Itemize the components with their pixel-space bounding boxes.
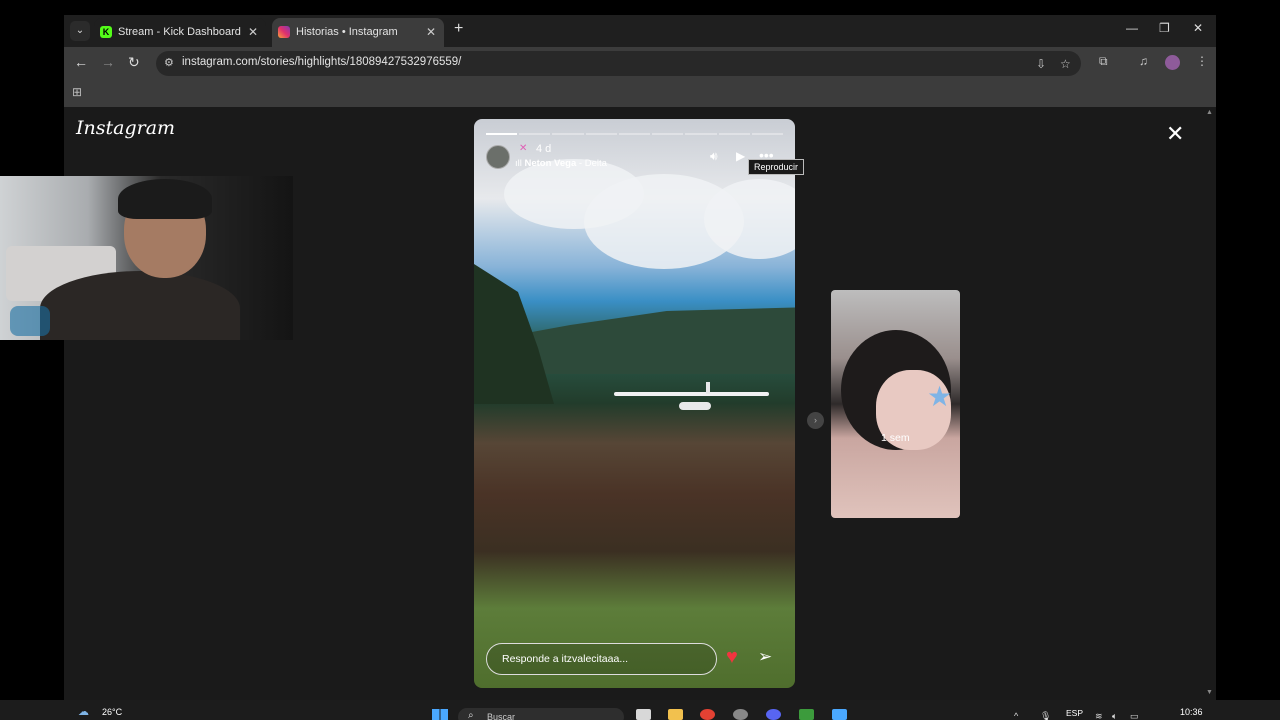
install-app-icon[interactable]: ⇩: [1036, 57, 1046, 71]
weather-icon[interactable]: ☁: [78, 705, 89, 718]
airplane-body: [679, 402, 711, 410]
music-artist: Neton Vega: [524, 158, 577, 169]
tab-instagram-stories[interactable]: Historias • Instagram ✕: [272, 18, 444, 47]
scroll-up-arrow[interactable]: ▲: [1206, 109, 1213, 116]
progress-segment: [618, 133, 651, 135]
new-tab-button[interactable]: +: [454, 20, 463, 38]
webcam-headphones: [118, 179, 212, 219]
browser-window: ⌄ K Stream - Kick Dashboard ✕ Historias …: [64, 15, 1216, 700]
address-url[interactable]: instagram.com/stories/highlights/1808942…: [182, 56, 461, 68]
minecraft-icon[interactable]: [799, 709, 814, 720]
progress-segment: [751, 133, 783, 135]
bookmarks-bar: ⊞: [64, 79, 1216, 107]
desktop-screen: ⌄ K Stream - Kick Dashboard ✕ Historias …: [0, 0, 1280, 720]
music-separator: -: [576, 158, 585, 169]
start-button[interactable]: [432, 709, 448, 720]
webcam-overlay: [0, 176, 293, 340]
microphone-icon[interactable]: 🎙︎: [1040, 711, 1051, 720]
speaker-icon[interactable]: 🔈︎: [1112, 711, 1117, 720]
wifi-icon[interactable]: ≋: [1095, 711, 1103, 720]
story-time: 4 d: [536, 143, 552, 155]
task-view-icon[interactable]: [636, 709, 651, 720]
play-tooltip: Reproducir: [748, 159, 805, 175]
bookmark-star-icon[interactable]: ☆: [1060, 57, 1071, 71]
send-icon[interactable]: ➢: [758, 647, 772, 667]
instagram-logo[interactable]: Instagram: [76, 117, 175, 139]
progress-segment: [519, 133, 551, 135]
next-story-arrow[interactable]: ›: [807, 412, 824, 429]
close-stories-icon[interactable]: ✕: [1166, 121, 1184, 147]
close-friends-icon: ✕: [519, 143, 528, 154]
browser-toolbar: ← → ↻ ⚙ instagram.com/stories/highlights…: [64, 47, 1216, 79]
music-track: Delta: [584, 158, 607, 169]
music-bars-icon: ıll: [515, 158, 525, 169]
site-settings-icon[interactable]: ⚙: [164, 56, 174, 69]
windows-taskbar: ☁ 26°C ⌕ Buscar ^ 🎙︎ ESP ≋ 🔈︎ ▭ 10:36: [0, 700, 1280, 720]
address-bar[interactable]: ⚙ instagram.com/stories/highlights/18089…: [156, 51, 1081, 76]
next-story-preview[interactable]: ★ 1 sem: [831, 290, 960, 518]
progress-segment: [585, 133, 617, 135]
play-icon[interactable]: ▶: [736, 149, 745, 163]
progress-segment: [552, 133, 584, 135]
star-sticker: ★: [927, 381, 953, 412]
scroll-down-arrow[interactable]: ▼: [1206, 689, 1213, 696]
story-author-avatar[interactable]: [486, 145, 510, 169]
file-explorer-icon[interactable]: [668, 709, 683, 720]
next-story-time: 1 sem: [881, 432, 910, 444]
tab-kick-dashboard[interactable]: K Stream - Kick Dashboard ✕: [94, 18, 266, 47]
chrome-icon[interactable]: [700, 709, 715, 720]
tab-close-icon[interactable]: ✕: [426, 18, 436, 47]
progress-segment: [718, 133, 750, 135]
progress-segment: [685, 133, 717, 135]
forward-button[interactable]: →: [101, 54, 115, 70]
menu-icon[interactable]: ⋮: [1196, 54, 1208, 68]
media-controls-icon[interactable]: ♫: [1139, 54, 1148, 68]
reply-placeholder: Responde a itzvalecitaaa...: [502, 653, 629, 665]
extensions-icon[interactable]: ⧉: [1099, 54, 1108, 69]
kick-icon: K: [100, 26, 112, 38]
instagram-icon: [278, 26, 290, 38]
weather-temperature[interactable]: 26°C: [102, 707, 122, 717]
close-window-button[interactable]: ✕: [1193, 21, 1203, 35]
webcam-person-body: [40, 271, 240, 340]
back-button[interactable]: ←: [74, 54, 88, 70]
profile-avatar[interactable]: [1165, 55, 1180, 70]
restore-button[interactable]: ❐: [1159, 21, 1170, 35]
app-icon[interactable]: [832, 709, 847, 720]
progress-segment: [486, 133, 518, 135]
story-progress-bar: [486, 133, 783, 135]
obs-icon[interactable]: [733, 709, 748, 720]
webcam-light: [10, 306, 50, 336]
taskbar-search-label: Buscar: [487, 712, 516, 720]
progress-segment: [652, 133, 684, 135]
battery-icon[interactable]: ▭: [1130, 711, 1139, 720]
tab-search-button[interactable]: ⌄: [70, 21, 90, 41]
tab-title: Historias • Instagram: [296, 26, 398, 38]
minimize-button[interactable]: —: [1126, 21, 1138, 35]
airplane-tail: [706, 382, 710, 394]
story-viewer[interactable]: ✕ 4 d ıll Neton Vega - Delta 🔊︎ ▶ ••• Re…: [474, 119, 795, 688]
reply-input[interactable]: Responde a itzvalecitaaa...: [486, 643, 717, 675]
tab-strip: ⌄ K Stream - Kick Dashboard ✕ Historias …: [64, 15, 1216, 47]
tab-close-icon[interactable]: ✕: [248, 18, 258, 47]
tab-title: Stream - Kick Dashboard: [118, 26, 241, 38]
like-heart-icon[interactable]: ♥: [726, 646, 738, 669]
discord-icon[interactable]: [766, 709, 781, 720]
tray-expand-icon[interactable]: ^: [1014, 711, 1018, 720]
story-music-label[interactable]: ıll Neton Vega - Delta: [515, 158, 607, 169]
airplane-wing: [614, 392, 769, 396]
search-icon: ⌕: [468, 710, 474, 720]
taskbar-search[interactable]: [458, 708, 624, 720]
apps-grid-icon[interactable]: ⊞: [72, 85, 82, 99]
language-indicator[interactable]: ESP: [1066, 708, 1083, 718]
volume-icon[interactable]: 🔊︎: [710, 149, 718, 164]
taskbar-clock[interactable]: 10:36: [1180, 707, 1203, 717]
reload-button[interactable]: ↻: [128, 54, 140, 71]
